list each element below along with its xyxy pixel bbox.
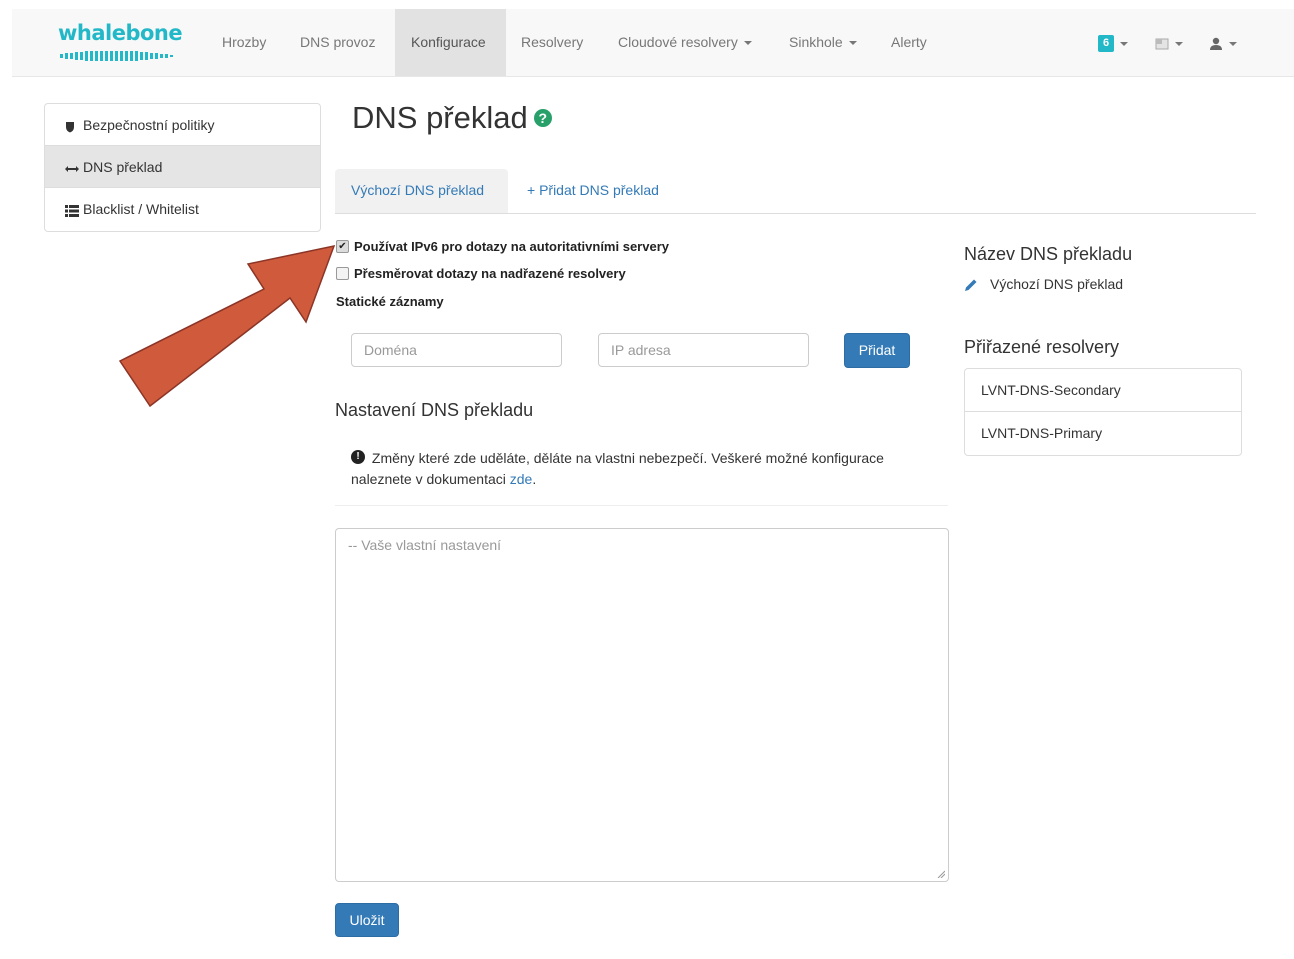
nav-label: Alerty <box>891 34 927 50</box>
top-navbar: whalebone Hrozby DNS provoz Konfigurace … <box>12 9 1294 77</box>
nav-konfigurace[interactable]: Konfigurace <box>395 9 506 76</box>
resolver-item[interactable]: LVNT-DNS-Primary <box>965 412 1241 455</box>
exclamation-circle-icon: ! <box>351 450 365 465</box>
domain-input[interactable]: Doména <box>351 333 562 367</box>
logo-text: whalebone <box>58 21 183 45</box>
sidebar-item-label: Blacklist / Whitelist <box>83 201 199 217</box>
settings-title: Nastavení DNS překladu <box>335 400 534 420</box>
notification-badge: 6 <box>1098 35 1115 53</box>
redirect-label: Přesměrovat dotazy na nadřazené resolver… <box>354 266 626 281</box>
help-icon[interactable]: ? <box>533 108 552 127</box>
resize-grip-icon[interactable] <box>937 870 945 878</box>
assigned-resolvers-title: Přiřazené resolvery <box>964 337 1120 357</box>
static-records-label: Statické záznamy <box>336 294 444 309</box>
nav-label: DNS provoz <box>300 34 376 50</box>
ipv6-option[interactable]: ✔ Používat IPv6 pro dotazy na autoritativ… <box>336 239 669 254</box>
nav-label: Cloudové resolvery <box>618 34 738 50</box>
tab-vychozi-dns-preklad[interactable]: Výchozí DNS překlad <box>335 169 508 213</box>
caret-down-icon <box>1229 41 1237 46</box>
ipv6-label: Používat IPv6 pro dotazy na autoritativn… <box>354 239 669 254</box>
nav-cloudove-resolvery-dropdown[interactable]: Cloudové resolvery <box>602 9 768 76</box>
shield-icon <box>65 105 83 147</box>
custom-settings-textarea[interactable]: -- Vaše vlastní nastavení <box>335 528 949 882</box>
caret-down-icon <box>1120 41 1129 46</box>
warning-message: ! Změny které zde uděláte, děláte na vla… <box>335 432 948 506</box>
ipv6-checkbox[interactable]: ✔ <box>336 240 349 254</box>
sidebar-item-bezpecnostni-politiky[interactable]: Bezpečnostní politiky <box>45 104 320 146</box>
user-dropdown[interactable] <box>1209 9 1237 76</box>
nav-dns-provoz[interactable]: DNS provoz <box>284 9 391 76</box>
nav-alerty[interactable]: Alerty <box>875 9 943 76</box>
nav-label: Konfigurace <box>411 34 486 50</box>
arrows-h-icon <box>65 147 83 189</box>
user-icon <box>1210 37 1222 50</box>
config-sidebar: Bezpečnostní politiky DNS překlad Blackl… <box>44 103 321 232</box>
redirect-option[interactable]: Přesměrovat dotazy na nadřazené resolver… <box>336 266 626 281</box>
nav-label: Hrozby <box>222 34 267 50</box>
nav-resolvery[interactable]: Resolvery <box>505 9 599 76</box>
dns-name-text: Výchozí DNS překlad <box>990 276 1124 292</box>
sidebar-item-blacklist-whitelist[interactable]: Blacklist / Whitelist <box>45 188 320 231</box>
page-title: DNS překlad? <box>352 100 552 136</box>
dns-name-title: Název DNS překladu <box>964 244 1133 264</box>
caret-down-icon <box>1175 41 1183 46</box>
add-static-record-button[interactable]: Přidat <box>844 333 910 368</box>
nav-hrozby[interactable]: Hrozby <box>206 9 282 76</box>
caret-down-icon <box>848 41 857 46</box>
ip-address-input[interactable]: IP adresa <box>598 333 809 367</box>
language-dropdown[interactable] <box>1155 9 1183 76</box>
dns-tabs: Výchozí DNS překlad + Přidat DNS překlad <box>335 169 1256 214</box>
warning-text: Změny které zde uděláte, děláte na vlast… <box>351 450 884 487</box>
caret-down-icon <box>743 41 752 46</box>
warning-end: . <box>532 471 537 487</box>
textarea-placeholder: -- Vaše vlastní nastavení <box>348 537 502 553</box>
tab-add-dns-preklad[interactable]: + Přidat DNS překlad <box>511 169 675 213</box>
sidebar-item-label: DNS překlad <box>83 159 163 175</box>
flag-icon <box>1155 38 1169 50</box>
documentation-link[interactable]: zde <box>510 471 533 487</box>
page-title-text: DNS překlad <box>352 100 528 135</box>
whalebone-logo[interactable]: whalebone <box>58 21 184 63</box>
notifications-dropdown[interactable]: 6 <box>1098 9 1129 76</box>
resolver-item[interactable]: LVNT-DNS-Secondary <box>965 369 1241 412</box>
redirect-checkbox[interactable] <box>336 267 349 281</box>
nav-sinkhole-dropdown[interactable]: Sinkhole <box>773 9 873 76</box>
pencil-icon[interactable] <box>964 276 980 292</box>
assigned-resolvers-list: LVNT-DNS-Secondary LVNT-DNS-Primary <box>964 368 1242 456</box>
nav-label: Resolvery <box>521 34 584 50</box>
nav-label: Sinkhole <box>789 34 843 50</box>
sidebar-item-dns-preklad[interactable]: DNS překlad <box>45 146 320 188</box>
dns-name-value[interactable]: Výchozí DNS překlad <box>964 276 1123 292</box>
sidebar-item-label: Bezpečnostní politiky <box>83 117 215 133</box>
annotation-arrow <box>118 244 336 408</box>
list-icon <box>65 189 83 231</box>
save-button[interactable]: Uložit <box>335 903 399 937</box>
logo-bars-graphic <box>60 51 173 61</box>
